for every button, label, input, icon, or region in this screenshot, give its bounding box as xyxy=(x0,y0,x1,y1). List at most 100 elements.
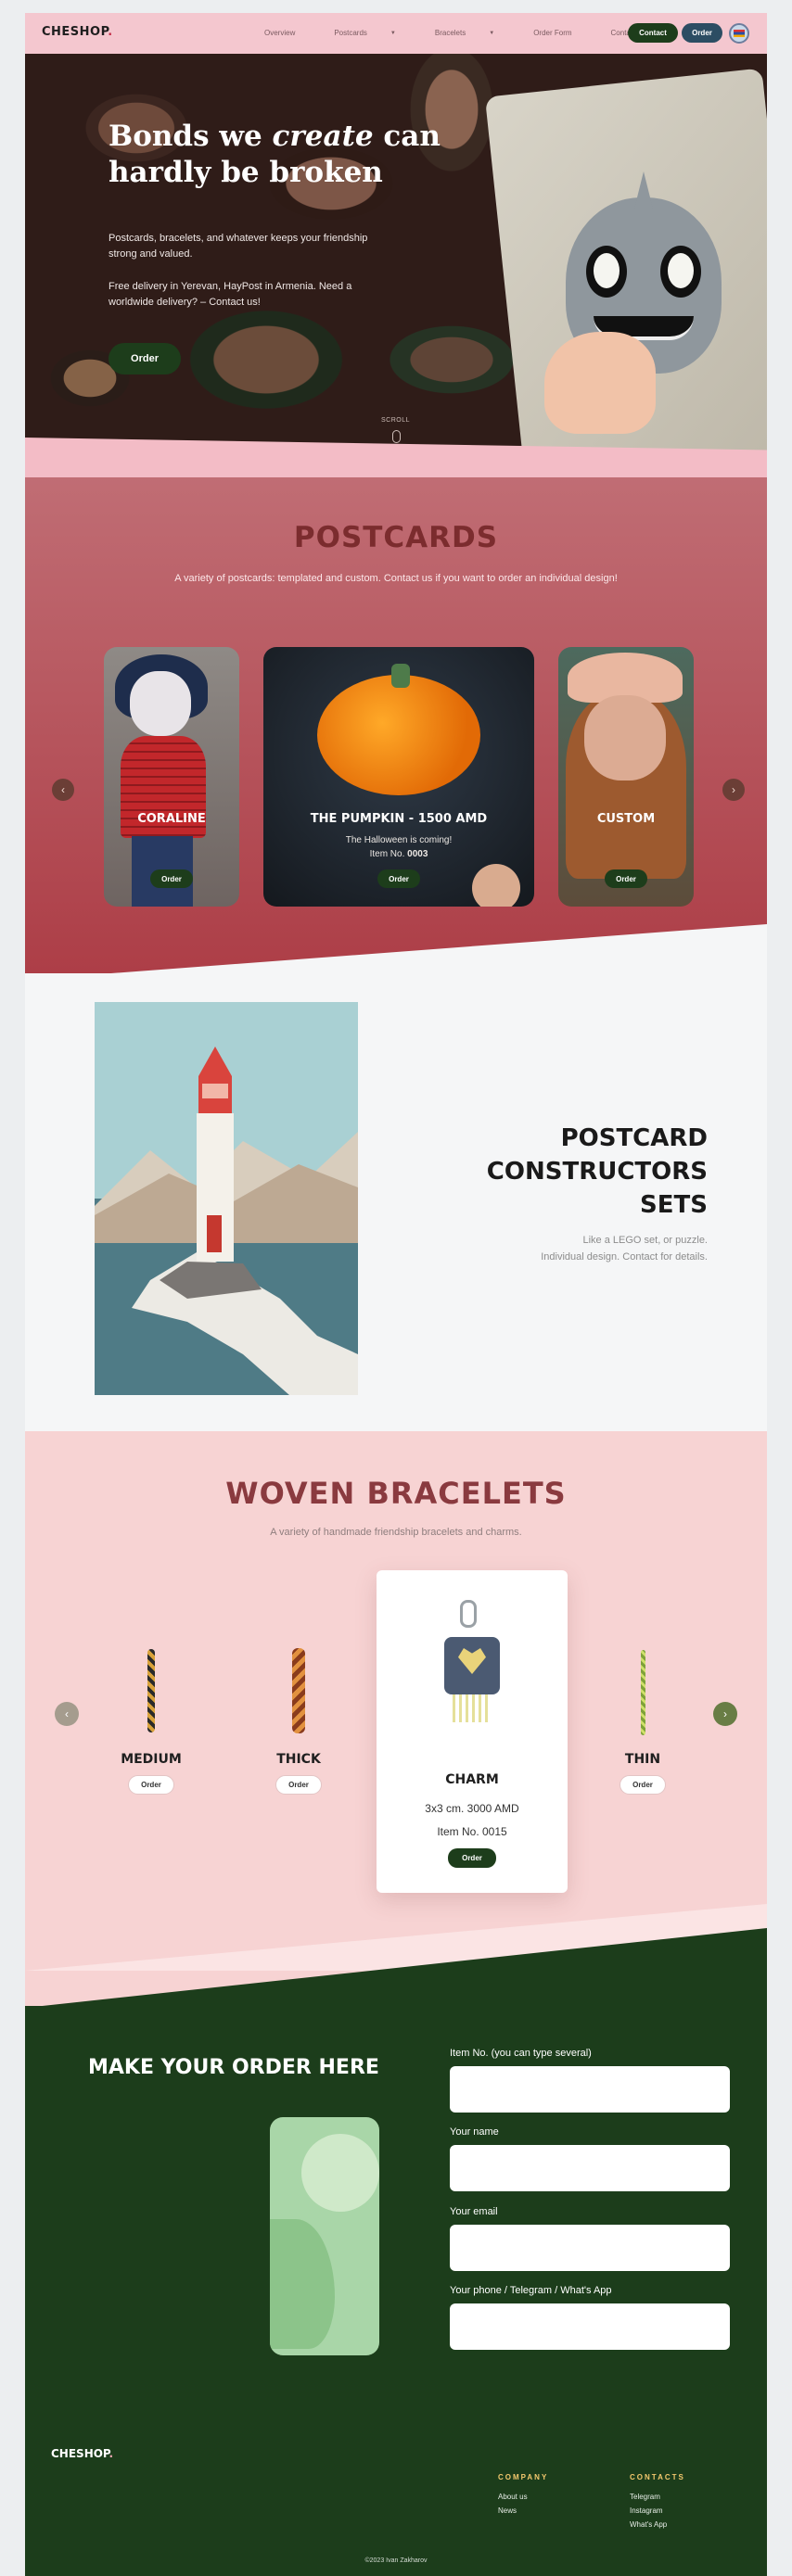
constructors-title-line: SETS xyxy=(640,1191,708,1219)
constructors-subtitle: Like a LEGO set, or puzzle. Individual d… xyxy=(429,1232,708,1265)
postcard-order-button[interactable]: Order xyxy=(150,869,193,888)
constructors-subtitle-line: Like a LEGO set, or puzzle. xyxy=(582,1235,708,1246)
nav-label: Postcards xyxy=(334,29,367,37)
footer-link-telegram[interactable]: Telegram xyxy=(630,2493,660,2501)
bracelet-order-button[interactable]: Order xyxy=(448,1848,496,1868)
lighthouse-illustration xyxy=(95,1047,358,1395)
scroll-mouse-icon[interactable] xyxy=(392,430,401,443)
robot-eye-left xyxy=(586,246,627,298)
item-number-value: 0003 xyxy=(407,849,428,859)
item-number-input[interactable] xyxy=(450,2066,730,2113)
postcard-order-button[interactable]: Order xyxy=(605,869,647,888)
postcards-subtitle: A variety of postcards: templated and cu… xyxy=(174,573,618,584)
nav-postcards[interactable]: Postcards ▼ xyxy=(334,29,415,37)
postcard-item-number: Item No. 0003 xyxy=(263,848,534,861)
phone-input[interactable] xyxy=(450,2303,730,2350)
postcards-next-arrow[interactable]: › xyxy=(722,779,745,801)
postcard-name: CORALINE xyxy=(137,812,206,826)
nav-label: Bracelets xyxy=(434,29,466,37)
postcard-order-button[interactable]: Order xyxy=(377,869,420,888)
footer-logo[interactable]: CHESHOP. xyxy=(51,2447,113,2460)
header-order-button[interactable]: Order xyxy=(682,23,722,43)
finger-image xyxy=(472,864,520,907)
postcard-name: CUSTOM xyxy=(596,812,656,826)
armenian-flag-icon xyxy=(734,30,745,37)
postcard-card-pumpkin[interactable]: THE PUMPKIN - 1500 AMD The Halloween is … xyxy=(263,647,534,907)
name-label: Your name xyxy=(450,2126,499,2138)
hero-title-line2: hardly be broken xyxy=(109,156,383,189)
bracelet-name: THICK xyxy=(276,1752,321,1767)
bracelet-order-button[interactable]: Order xyxy=(620,1775,666,1795)
site-header: CHESHOP. Overview Postcards ▼ Bracelets ▼ … xyxy=(25,13,767,54)
bracelet-name: CHARM xyxy=(445,1772,499,1787)
thin-bracelet-image xyxy=(641,1650,645,1735)
hero-order-button[interactable]: Order xyxy=(109,343,181,374)
face-silhouette xyxy=(270,2219,335,2349)
email-input[interactable] xyxy=(450,2225,730,2271)
postcards-prev-arrow[interactable]: ‹ xyxy=(52,779,74,801)
custom-face xyxy=(584,695,666,780)
hero-title-part: Bonds we xyxy=(109,120,273,153)
chevron-down-icon: ▼ xyxy=(489,30,495,36)
constructors-subtitle-line: Individual design. Contact for details. xyxy=(541,1251,708,1263)
bracelet-order-button[interactable]: Order xyxy=(275,1775,322,1795)
hero-section: Bonds we create can hardly be broken Pos… xyxy=(25,54,767,477)
footer-link-about[interactable]: About us xyxy=(498,2493,528,2501)
item-number-label: Item No. (you can type several) xyxy=(450,2048,592,2059)
language-switch[interactable] xyxy=(729,23,749,44)
copyright: ©2023 Ivan Zakharov xyxy=(364,2557,428,2564)
postcard-name: THE PUMPKIN - 1500 AMD xyxy=(310,812,488,826)
footer-link-news[interactable]: News xyxy=(498,2506,517,2515)
charm-size-price: 3x3 cm. 3000 AMD xyxy=(425,1802,519,1815)
contact-button[interactable]: Contact xyxy=(628,23,678,43)
charm-card[interactable]: CHARM 3x3 cm. 3000 AMD Item No. 0015 Ord… xyxy=(377,1570,568,1893)
postcards-title: POSTCARDS xyxy=(293,521,499,554)
hero-description: Postcards, bracelets, and whatever keeps… xyxy=(109,233,368,260)
footer-company-heading: COMPANY xyxy=(498,2473,549,2481)
postcard-description: The Halloween is coming! xyxy=(345,835,453,845)
scroll-label: SCROLL xyxy=(381,417,411,424)
chevron-down-icon: ▼ xyxy=(390,30,396,36)
postcards-section: POSTCARDS A variety of postcards: templa… xyxy=(25,477,767,973)
charm-tassel xyxy=(453,1694,490,1722)
hero-title-emphasis: create xyxy=(272,120,374,153)
bracelets-prev-arrow[interactable]: ‹ xyxy=(55,1702,79,1726)
bracelets-title: WOVEN BRACELETS xyxy=(225,1476,567,1511)
charm-clasp xyxy=(460,1600,477,1628)
pumpkin-image xyxy=(317,675,480,795)
bracelets-next-arrow[interactable]: › xyxy=(713,1702,737,1726)
robot-eye-right xyxy=(660,246,701,298)
thick-bracelet-image xyxy=(292,1648,305,1733)
hero-title-part: can xyxy=(373,120,441,153)
postcard-card-custom[interactable]: CUSTOM Order xyxy=(558,647,694,907)
nav-overview[interactable]: Overview xyxy=(264,29,314,37)
logo[interactable]: CHESHOP. xyxy=(42,25,113,39)
nav-order-form[interactable]: Order Form xyxy=(533,29,591,37)
logo-dot: . xyxy=(108,25,113,39)
footer-link-instagram[interactable]: Instagram xyxy=(630,2506,663,2515)
main-nav: Overview Postcards ▼ Bracelets ▼ Order For… xyxy=(264,29,679,37)
charm-item-number: Item No. 0015 xyxy=(437,1825,507,1838)
coraline-face xyxy=(130,671,191,736)
page: Bonds we create can hardly be broken Pos… xyxy=(25,13,767,2576)
lighthouse-constructor-image[interactable] xyxy=(95,1002,358,1395)
sun-postcard-image xyxy=(270,2117,379,2355)
item-number-label: Item No. xyxy=(369,849,408,859)
logo-text: CHESHOP xyxy=(42,25,109,39)
hero-title: Bonds we create can hardly be broken xyxy=(109,119,461,191)
medium-bracelet-image xyxy=(147,1649,155,1732)
footer-logo-dot: . xyxy=(109,2447,114,2460)
bracelet-order-button[interactable]: Order xyxy=(128,1775,174,1795)
postcard-card-coraline[interactable]: CORALINE Order xyxy=(104,647,239,907)
bracelet-name: THIN xyxy=(624,1752,661,1767)
constructors-title: POSTCARD CONSTRUCTORS SETS xyxy=(429,1122,708,1222)
phone-label: Your phone / Telegram / What's App xyxy=(450,2285,612,2296)
constructors-section: POSTCARD CONSTRUCTORS SETS Like a LEGO s… xyxy=(25,973,767,1431)
nav-bracelets[interactable]: Bracelets ▼ xyxy=(435,29,514,37)
order-section: MAKE YOUR ORDER HERE Item No. (you can t… xyxy=(25,2006,767,2576)
email-label: Your email xyxy=(450,2206,498,2217)
footer-link-whatsapp[interactable]: What's App xyxy=(630,2520,667,2529)
bracelets-subtitle: A variety of handmade friendship bracele… xyxy=(270,1527,522,1538)
name-input[interactable] xyxy=(450,2145,730,2191)
hand-image xyxy=(544,332,656,434)
